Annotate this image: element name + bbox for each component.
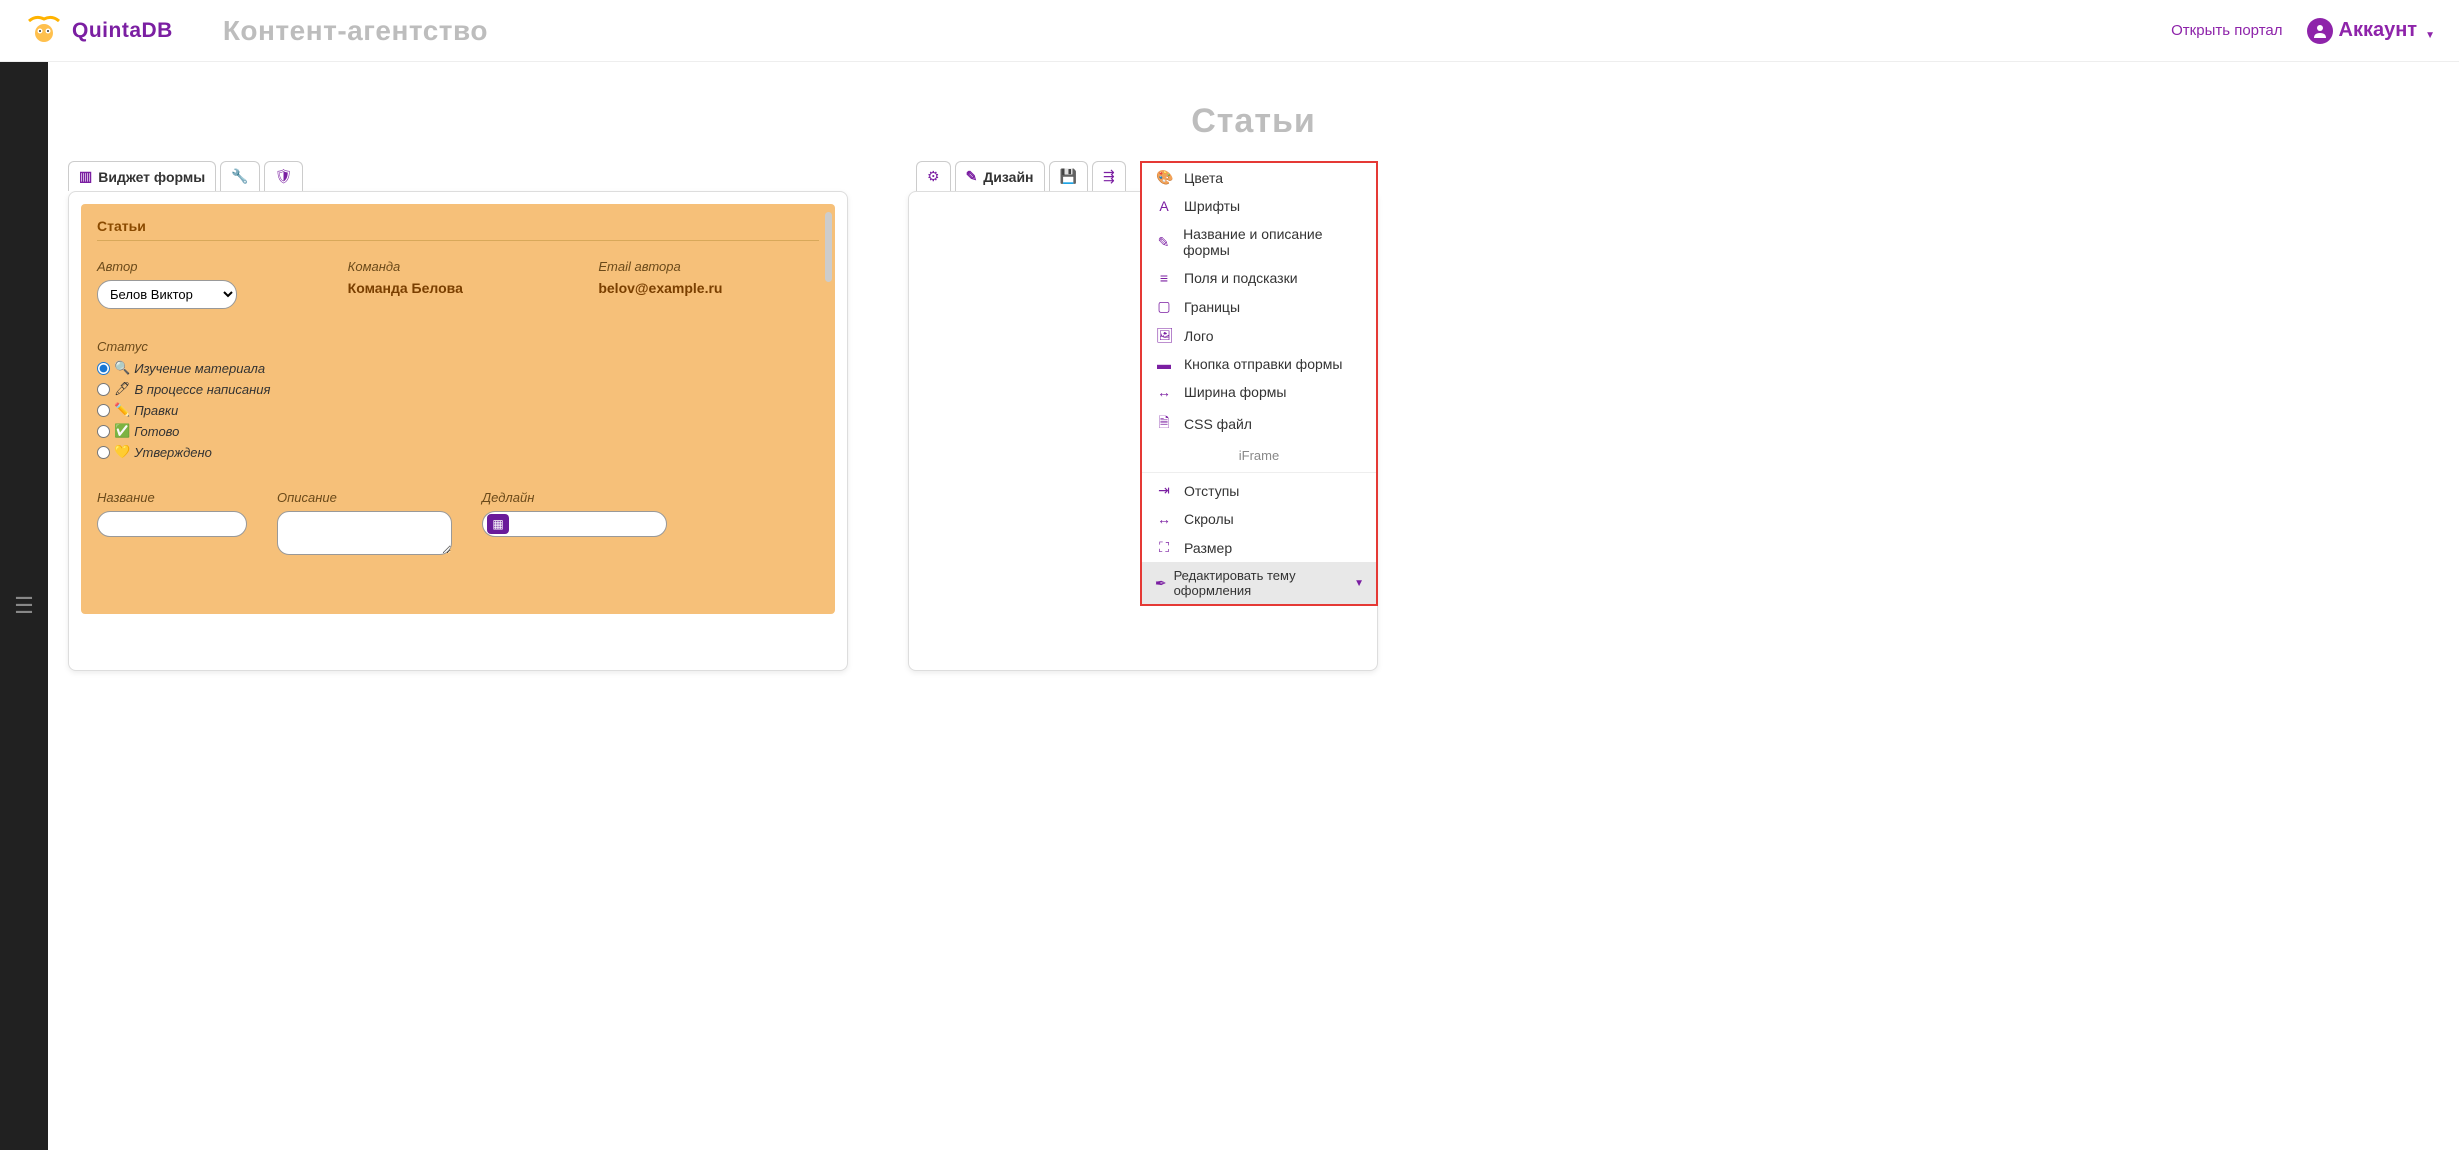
expand-icon: ⛶: [1156, 539, 1172, 556]
file-icon: 🗎: [1156, 412, 1172, 436]
square-icon: ▢: [1156, 298, 1172, 315]
brush-icon: ✎: [966, 168, 978, 185]
tab-form-widget[interactable]: ▥ Виджет формы: [68, 161, 216, 191]
window-icon: ▥: [79, 168, 92, 185]
pencil-icon: ✏️: [114, 402, 130, 418]
feather-icon: ✒: [1154, 575, 1168, 592]
menu-padding[interactable]: ⇥Отступы: [1142, 476, 1376, 505]
font-icon: A: [1156, 198, 1172, 214]
menu-size[interactable]: ⛶Размер: [1142, 533, 1376, 562]
status-option-3[interactable]: ✏️Правки: [97, 402, 819, 418]
tab-tools[interactable]: 🔧: [220, 161, 259, 191]
name-field-label: Название: [97, 490, 247, 505]
calendar-icon: ▦: [487, 514, 509, 534]
menu-iframe-heading: iFrame: [1142, 442, 1376, 469]
design-dropdown-menu: 🎨Цвета AШрифты ✎Название и описание форм…: [1140, 161, 1378, 606]
caret-down-icon: ▼: [1354, 578, 1364, 589]
menu-colors[interactable]: 🎨Цвета: [1142, 163, 1376, 192]
image-icon: 🖼: [1156, 327, 1172, 344]
left-rail: ☰: [0, 62, 48, 1150]
tab-save[interactable]: 💾: [1049, 161, 1088, 191]
menu-css[interactable]: 🗎CSS файл: [1142, 406, 1376, 442]
arrows-h-icon: ↔: [1156, 384, 1172, 400]
magnifier-icon: 🔍: [114, 360, 130, 376]
tab-shield[interactable]: 🛡: [264, 161, 304, 191]
menu-width[interactable]: ↔Ширина формы: [1142, 378, 1376, 406]
palette-icon: 🎨: [1156, 169, 1172, 186]
check-icon: ✅: [114, 423, 130, 439]
status-option-1[interactable]: 🔍Изучение материала: [97, 360, 819, 376]
menu-borders[interactable]: ▢Границы: [1142, 292, 1376, 321]
wrench-icon: 🔧: [231, 168, 248, 185]
team-value: Команда Белова: [348, 280, 569, 296]
logo-area[interactable]: QuintaDB: [24, 11, 173, 51]
tab-design[interactable]: ✎ Дизайн: [955, 161, 1045, 191]
menu-submit[interactable]: ▬Кнопка отправки формы: [1142, 350, 1376, 378]
scrollbar[interactable]: [825, 212, 832, 282]
menu-title-desc[interactable]: ✎Название и описание формы: [1142, 220, 1376, 264]
shield-icon: 🛡: [275, 168, 293, 185]
author-select[interactable]: Белов Виктор: [97, 280, 237, 309]
chevron-down-icon: ▼: [2425, 30, 2435, 41]
brand-name: QuintaDB: [72, 19, 173, 43]
open-portal-link[interactable]: Открыть портал: [2171, 22, 2282, 39]
gears-icon: ⚙: [927, 168, 940, 185]
left-tabs: ▥ Виджет формы 🔧 🛡: [68, 161, 848, 191]
account-avatar-icon: [2307, 18, 2333, 44]
team-label: Команда: [348, 259, 569, 274]
pen-icon: 🖊: [114, 381, 131, 397]
menu-logo[interactable]: 🖼Лого: [1142, 321, 1376, 350]
status-option-4[interactable]: ✅Готово: [97, 423, 819, 439]
desc-textarea[interactable]: [277, 511, 452, 555]
save-icon: 💾: [1060, 168, 1077, 185]
email-label: Email автора: [598, 259, 819, 274]
arrows-h-icon: ↔: [1156, 511, 1172, 527]
share-icon: ⇶: [1103, 168, 1115, 185]
pencil-icon: ✎: [1156, 234, 1171, 251]
form-preview: Статьи Автор Белов Виктор Команда Команд…: [81, 204, 835, 614]
minus-icon: ▬: [1156, 356, 1172, 372]
status-option-5[interactable]: 💛Утверждено: [97, 444, 819, 460]
email-value: belov@example.ru: [598, 280, 819, 296]
author-label: Автор: [97, 259, 318, 274]
menu-scrolls[interactable]: ↔Скролы: [1142, 505, 1376, 533]
account-menu[interactable]: Аккаунт ▼: [2307, 18, 2436, 44]
menu-fonts[interactable]: AШрифты: [1142, 192, 1376, 220]
edit-theme-button[interactable]: ✒ Редактировать тему оформления ▼: [1142, 562, 1376, 604]
app-header: QuintaDB Контент-агентство Открыть порта…: [0, 0, 2459, 62]
status-label: Статус: [97, 339, 819, 354]
form-preview-panel: Статьи Автор Белов Виктор Команда Команд…: [68, 191, 848, 671]
brand-logo-icon: [24, 11, 64, 51]
tab-design-label: Дизайн: [983, 169, 1033, 185]
list-icon: ≡: [1156, 270, 1172, 286]
workspace-title: Контент-агентство: [223, 15, 488, 47]
menu-fields[interactable]: ≡Поля и подсказки: [1142, 264, 1376, 292]
form-title: Статьи: [97, 218, 819, 241]
deadline-input[interactable]: ▦: [482, 511, 667, 537]
account-label: Аккаунт: [2339, 19, 2418, 42]
hamburger-icon[interactable]: ☰: [14, 593, 34, 619]
indent-icon: ⇥: [1156, 482, 1172, 499]
menu-separator: [1142, 472, 1376, 473]
name-input[interactable]: [97, 511, 247, 537]
heart-icon: 💛: [114, 444, 130, 460]
status-option-2[interactable]: 🖊В процессе написания: [97, 381, 819, 397]
tab-form-widget-label: Виджет формы: [98, 169, 205, 185]
desc-field-label: Описание: [277, 490, 452, 505]
tab-settings[interactable]: ⚙: [916, 161, 951, 191]
tab-share[interactable]: ⇶: [1092, 161, 1126, 191]
deadline-field-label: Дедлайн: [482, 490, 667, 505]
page-title: Статьи: [68, 102, 2439, 141]
